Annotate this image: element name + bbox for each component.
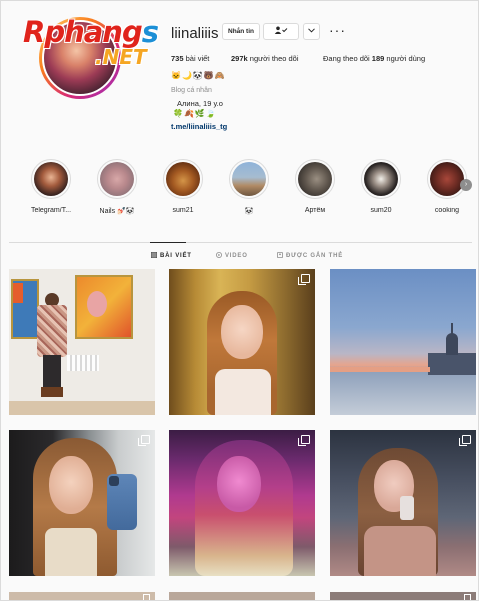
highlight-item[interactable]: sum20 [351,159,411,214]
following-stat[interactable]: Đang theo dõi 189 người dùng [323,54,425,63]
message-button[interactable]: Nhắn tin [222,23,260,40]
tab-tagged[interactable]: ĐƯỢC GẮN THẺ [277,252,343,259]
grid-icon [151,252,157,258]
highlight-item[interactable]: 🐼 [219,159,279,215]
highlight-item[interactable]: Артём [285,159,345,214]
chevron-right-icon[interactable]: › [460,179,472,191]
post-thumbnail[interactable] [330,269,476,415]
post-thumbnail[interactable] [330,592,476,600]
highlight-cover [364,162,398,196]
post-thumbnail[interactable] [9,430,155,576]
tabs-divider [9,242,472,243]
highlight-cover [166,162,200,196]
post-thumbnail[interactable] [9,269,155,415]
tab-video[interactable]: VIDEO [216,252,248,259]
highlight-label: cooking [434,207,460,214]
post-thumbnail[interactable] [330,430,476,576]
watermark-accent-text: s [141,15,159,49]
highlight-cover [298,162,332,196]
person-check-icon [274,26,288,34]
following-button[interactable] [263,23,299,40]
highlight-label: Telegram/T... [30,207,72,214]
highlight-item[interactable]: sum21 [153,159,213,214]
highlight-label: Nails 💅🏻🐼 [99,208,135,215]
post-thumbnail[interactable] [169,269,315,415]
carousel-icon [143,594,150,600]
carousel-icon [464,594,471,600]
highlight-cover [100,162,134,196]
video-icon [216,252,222,258]
more-horizontal-icon[interactable]: ··· [329,23,346,37]
tag-icon [277,252,283,258]
active-tab-indicator [150,242,186,243]
carousel-icon [298,274,310,285]
bio-emoji-line: 🐱🌙🐼🐻🙈 [171,71,226,80]
watermark-sub-text: .NET [95,45,147,69]
highlight-cover [34,162,68,196]
profile-category: Blog cá nhân [171,87,212,94]
post-thumbnail[interactable] [169,592,315,600]
watermark-main-text: Rphang [23,15,143,49]
chevron-down-icon [308,28,315,33]
carousel-icon [298,435,310,446]
highlight-label: Артём [304,207,326,214]
bio-emoji-line-2: 🍀🍂🌿🍃 [173,109,217,118]
tab-posts[interactable]: BÀI VIẾT [151,252,192,259]
highlight-label: 🐼 [244,208,254,215]
profile-page: Rphangs .NET liinaliiis Nhắn tin ··· 735… [0,0,479,601]
carousel-icon [459,435,471,446]
more-options-button[interactable] [303,23,320,40]
profile-link[interactable]: t.me/liinaliiis_tg [171,122,227,131]
watermark-logo: Rphangs .NET [23,15,173,77]
post-thumbnail[interactable] [9,592,155,600]
followers-stat[interactable]: 297k người theo dõi [231,54,299,63]
highlight-label: sum20 [370,207,392,214]
highlight-item[interactable]: Telegram/T... [21,159,81,214]
post-thumbnail[interactable] [169,430,315,576]
bio-text: Алина, 19 y.o [177,99,223,108]
highlight-cover [430,162,464,196]
highlight-label: sum21 [172,207,194,214]
posts-stat[interactable]: 735 bài viết [171,54,209,63]
highlight-cover [232,162,266,196]
profile-username: liinaliiis [171,25,219,42]
carousel-icon [138,435,150,446]
highlight-item[interactable]: Nails 💅🏻🐼 [87,159,147,215]
